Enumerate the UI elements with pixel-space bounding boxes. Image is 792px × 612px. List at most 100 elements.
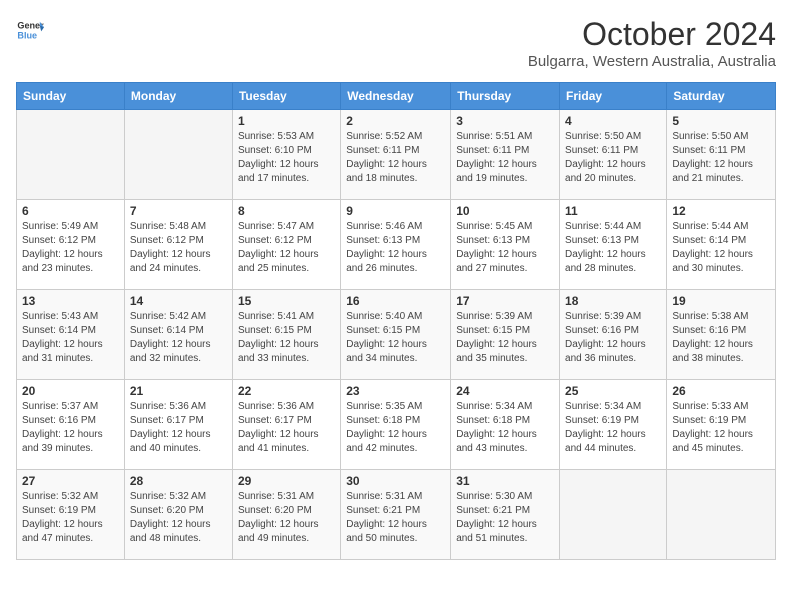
- dow-header-tuesday: Tuesday: [232, 83, 340, 110]
- day-info: Sunrise: 5:33 AM Sunset: 6:19 PM Dayligh…: [672, 400, 770, 456]
- day-number: 7: [130, 204, 227, 218]
- day-info: Sunrise: 5:37 AM Sunset: 6:16 PM Dayligh…: [22, 400, 119, 456]
- calendar-cell: 27 Sunrise: 5:32 AM Sunset: 6:19 PM Dayli…: [17, 470, 125, 560]
- day-number: 18: [565, 294, 661, 308]
- day-info: Sunrise: 5:50 AM Sunset: 6:11 PM Dayligh…: [672, 130, 770, 186]
- day-info: Sunrise: 5:34 AM Sunset: 6:18 PM Dayligh…: [456, 400, 554, 456]
- calendar-cell: 4Sunrise: 5:50 AM Sunset: 6:11 PM Daylig…: [560, 110, 667, 200]
- logo: General Blue: [16, 16, 44, 44]
- day-number: 23: [346, 384, 445, 398]
- day-info: Sunrise: 5:44 AM Sunset: 6:14 PM Dayligh…: [672, 220, 770, 276]
- day-info: Sunrise: 5:42 AM Sunset: 6:14 PM Dayligh…: [130, 310, 227, 366]
- day-info: Sunrise: 5:31 AM Sunset: 6:21 PM Dayligh…: [346, 490, 445, 546]
- day-info: Sunrise: 5:45 AM Sunset: 6:13 PM Dayligh…: [456, 220, 554, 276]
- calendar-cell: 30 Sunrise: 5:31 AM Sunset: 6:21 PM Dayli…: [341, 470, 451, 560]
- calendar-cell: 13 Sunrise: 5:43 AM Sunset: 6:14 PM Dayli…: [17, 290, 125, 380]
- day-info: Sunrise: 5:41 AM Sunset: 6:15 PM Dayligh…: [238, 310, 335, 366]
- dow-header-friday: Friday: [560, 83, 667, 110]
- calendar-cell: [124, 110, 232, 200]
- day-number: 29: [238, 474, 335, 488]
- day-info: Sunrise: 5:34 AM Sunset: 6:19 PM Dayligh…: [565, 400, 661, 456]
- day-info: Sunrise: 5:52 AM Sunset: 6:11 PM Dayligh…: [346, 130, 445, 186]
- day-number: 26: [672, 384, 770, 398]
- calendar-cell: 8 Sunrise: 5:47 AM Sunset: 6:12 PM Daylig…: [232, 200, 340, 290]
- calendar-cell: 22 Sunrise: 5:36 AM Sunset: 6:17 PM Dayli…: [232, 380, 340, 470]
- calendar-cell: 3Sunrise: 5:51 AM Sunset: 6:11 PM Daylig…: [451, 110, 560, 200]
- day-info: Sunrise: 5:36 AM Sunset: 6:17 PM Dayligh…: [238, 400, 335, 456]
- calendar-cell: 16 Sunrise: 5:40 AM Sunset: 6:15 PM Dayli…: [341, 290, 451, 380]
- day-number: 13: [22, 294, 119, 308]
- dow-header-monday: Monday: [124, 83, 232, 110]
- subtitle: Bulgarra, Western Australia, Australia: [528, 53, 776, 70]
- day-info: Sunrise: 5:47 AM Sunset: 6:12 PM Dayligh…: [238, 220, 335, 276]
- day-info: Sunrise: 5:39 AM Sunset: 6:15 PM Dayligh…: [456, 310, 554, 366]
- day-info: Sunrise: 5:30 AM Sunset: 6:21 PM Dayligh…: [456, 490, 554, 546]
- dow-header-sunday: Sunday: [17, 83, 125, 110]
- calendar-cell: 26 Sunrise: 5:33 AM Sunset: 6:19 PM Dayli…: [667, 380, 776, 470]
- calendar-cell: 14 Sunrise: 5:42 AM Sunset: 6:14 PM Dayli…: [124, 290, 232, 380]
- day-info: Sunrise: 5:38 AM Sunset: 6:16 PM Dayligh…: [672, 310, 770, 366]
- day-number: 24: [456, 384, 554, 398]
- calendar-cell: [667, 470, 776, 560]
- dow-header-wednesday: Wednesday: [341, 83, 451, 110]
- calendar-cell: 23 Sunrise: 5:35 AM Sunset: 6:18 PM Dayli…: [341, 380, 451, 470]
- calendar-cell: 11Sunrise: 5:44 AM Sunset: 6:13 PM Dayli…: [560, 200, 667, 290]
- day-number: 30: [346, 474, 445, 488]
- title-area: October 2024 Bulgarra, Western Australia…: [528, 16, 776, 70]
- day-number: 31: [456, 474, 554, 488]
- day-number: 6: [22, 204, 119, 218]
- calendar-cell: 5 Sunrise: 5:50 AM Sunset: 6:11 PM Daylig…: [667, 110, 776, 200]
- calendar-cell: 25 Sunrise: 5:34 AM Sunset: 6:19 PM Dayli…: [560, 380, 667, 470]
- day-number: 15: [238, 294, 335, 308]
- main-title: October 2024: [528, 16, 776, 53]
- calendar-cell: 7 Sunrise: 5:48 AM Sunset: 6:12 PM Daylig…: [124, 200, 232, 290]
- calendar-cell: 17 Sunrise: 5:39 AM Sunset: 6:15 PM Dayli…: [451, 290, 560, 380]
- day-number: 19: [672, 294, 770, 308]
- day-info: Sunrise: 5:48 AM Sunset: 6:12 PM Dayligh…: [130, 220, 227, 276]
- calendar-cell: 18 Sunrise: 5:39 AM Sunset: 6:16 PM Dayli…: [560, 290, 667, 380]
- calendar-cell: 19 Sunrise: 5:38 AM Sunset: 6:16 PM Dayli…: [667, 290, 776, 380]
- day-number: 1: [238, 114, 335, 128]
- day-info: Sunrise: 5:35 AM Sunset: 6:18 PM Dayligh…: [346, 400, 445, 456]
- day-number: 2: [346, 114, 445, 128]
- day-number: 12: [672, 204, 770, 218]
- day-number: 22: [238, 384, 335, 398]
- day-number: 5: [672, 114, 770, 128]
- calendar-cell: 28 Sunrise: 5:32 AM Sunset: 6:20 PM Dayli…: [124, 470, 232, 560]
- calendar-table: SundayMondayTuesdayWednesdayThursdayFrid…: [16, 82, 776, 560]
- day-info: Sunrise: 5:49 AM Sunset: 6:12 PM Dayligh…: [22, 220, 119, 276]
- day-info: Sunrise: 5:40 AM Sunset: 6:15 PM Dayligh…: [346, 310, 445, 366]
- calendar-cell: 1 Sunrise: 5:53 AM Sunset: 6:10 PM Daylig…: [232, 110, 340, 200]
- day-info: Sunrise: 5:32 AM Sunset: 6:20 PM Dayligh…: [130, 490, 227, 546]
- day-number: 21: [130, 384, 227, 398]
- svg-text:Blue: Blue: [17, 30, 37, 40]
- calendar-cell: 6 Sunrise: 5:49 AM Sunset: 6:12 PM Daylig…: [17, 200, 125, 290]
- calendar-cell: 15 Sunrise: 5:41 AM Sunset: 6:15 PM Dayli…: [232, 290, 340, 380]
- day-number: 14: [130, 294, 227, 308]
- day-info: Sunrise: 5:43 AM Sunset: 6:14 PM Dayligh…: [22, 310, 119, 366]
- day-number: 10: [456, 204, 554, 218]
- day-number: 8: [238, 204, 335, 218]
- day-number: 4: [565, 114, 661, 128]
- calendar-cell: 10 Sunrise: 5:45 AM Sunset: 6:13 PM Dayli…: [451, 200, 560, 290]
- day-info: Sunrise: 5:51 AM Sunset: 6:11 PM Dayligh…: [456, 130, 554, 186]
- calendar-cell: 2 Sunrise: 5:52 AM Sunset: 6:11 PM Daylig…: [341, 110, 451, 200]
- dow-header-thursday: Thursday: [451, 83, 560, 110]
- day-info: Sunrise: 5:44 AM Sunset: 6:13 PM Dayligh…: [565, 220, 661, 276]
- calendar-cell: 9Sunrise: 5:46 AM Sunset: 6:13 PM Daylig…: [341, 200, 451, 290]
- calendar-cell: [560, 470, 667, 560]
- calendar-cell: 29Sunrise: 5:31 AM Sunset: 6:20 PM Dayli…: [232, 470, 340, 560]
- header: General Blue October 2024 Bulgarra, West…: [16, 16, 776, 70]
- day-info: Sunrise: 5:53 AM Sunset: 6:10 PM Dayligh…: [238, 130, 335, 186]
- day-info: Sunrise: 5:39 AM Sunset: 6:16 PM Dayligh…: [565, 310, 661, 366]
- day-number: 25: [565, 384, 661, 398]
- day-number: 28: [130, 474, 227, 488]
- day-number: 17: [456, 294, 554, 308]
- day-number: 16: [346, 294, 445, 308]
- calendar-cell: 20Sunrise: 5:37 AM Sunset: 6:16 PM Dayli…: [17, 380, 125, 470]
- calendar-cell: 24 Sunrise: 5:34 AM Sunset: 6:18 PM Dayli…: [451, 380, 560, 470]
- day-info: Sunrise: 5:32 AM Sunset: 6:19 PM Dayligh…: [22, 490, 119, 546]
- day-number: 27: [22, 474, 119, 488]
- day-info: Sunrise: 5:36 AM Sunset: 6:17 PM Dayligh…: [130, 400, 227, 456]
- day-info: Sunrise: 5:46 AM Sunset: 6:13 PM Dayligh…: [346, 220, 445, 276]
